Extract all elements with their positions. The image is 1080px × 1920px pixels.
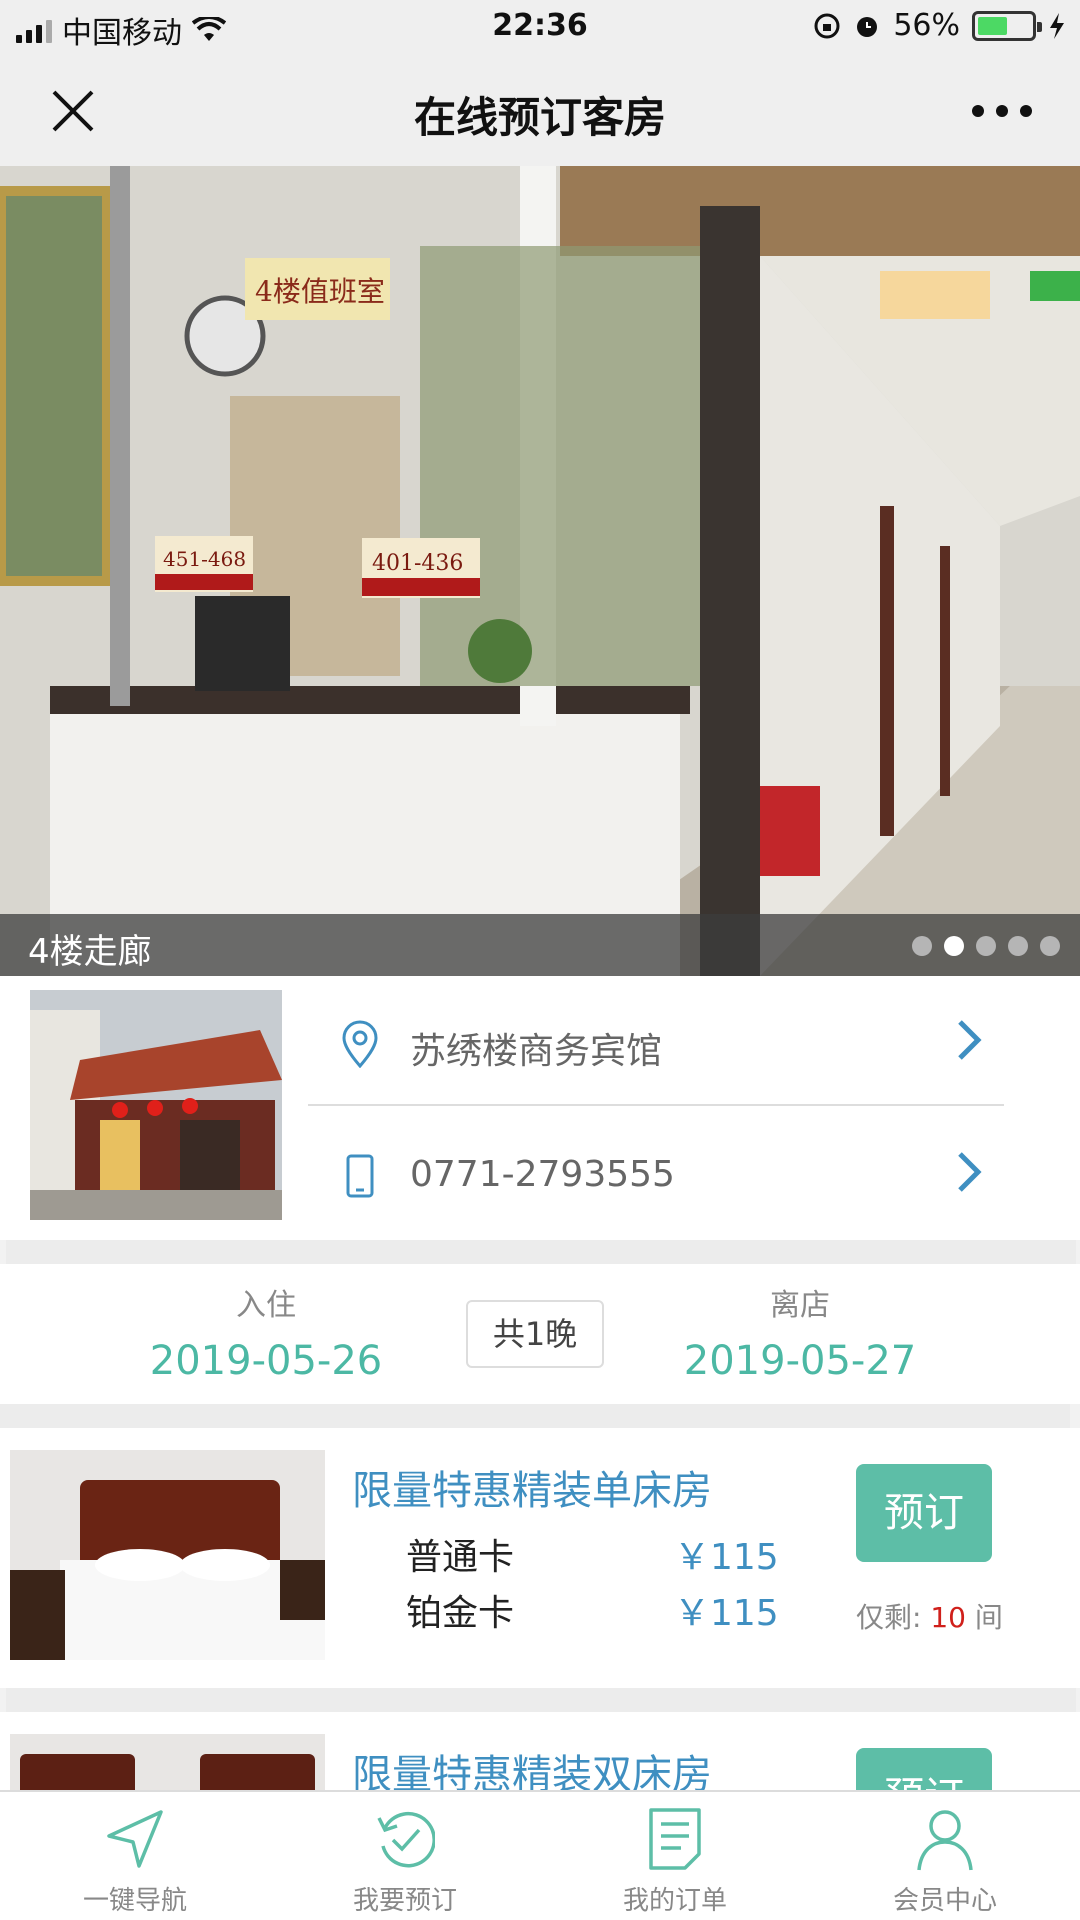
checkin-label: 入住 [236, 1288, 296, 1323]
section-divider [0, 1404, 1070, 1428]
carousel-dot[interactable] [1040, 936, 1060, 956]
battery-icon [972, 10, 1042, 41]
price-row-regular: 普通卡 ￥115 [406, 1528, 779, 1580]
order-document-icon [649, 1808, 701, 1870]
carousel-caption-bar: 4楼走廊 [0, 914, 1080, 976]
carousel-indicator[interactable] [912, 936, 1060, 956]
more-options-icon[interactable] [972, 88, 1032, 134]
remaining-count: 10 [930, 1601, 966, 1634]
hotel-thumbnail [30, 990, 282, 1220]
room-range-sign-left: 451-468 [163, 547, 246, 571]
room-name[interactable]: 限量特惠精装单床房 [352, 1458, 712, 1516]
tab-orders[interactable]: 我的订单 [540, 1792, 810, 1920]
checkin-date[interactable]: 2019-05-26 [116, 1338, 416, 1384]
carousel-dot[interactable] [1008, 936, 1028, 956]
chevron-right-icon[interactable] [954, 1018, 984, 1062]
tab-label: 一键导航 [82, 1886, 187, 1916]
tab-member-center[interactable]: 会员中心 [810, 1792, 1080, 1920]
carousel-caption: 4楼走廊 [28, 932, 152, 972]
stay-dates[interactable]: 入住 2019-05-26 共1晚 离店 2019-05-27 [0, 1264, 1080, 1404]
photo-carousel[interactable]: 4楼值班室 451-468 401-436 4楼走廊 [0, 166, 1080, 976]
hotel-phone-row[interactable]: 0771-2793555 [308, 1108, 1004, 1238]
chevron-right-icon[interactable] [954, 1150, 984, 1194]
card-type: 普通卡 [406, 1537, 515, 1578]
room-card[interactable]: 限量特惠精装单床房 普通卡 ￥115 铂金卡 ￥115 预订 仅剩: 10 间 [0, 1428, 1080, 1688]
room-range-sign-right: 401-436 [372, 551, 463, 576]
remaining-prefix: 仅剩: [856, 1601, 922, 1634]
room-price: ￥115 [674, 1537, 779, 1578]
tab-label: 我要预订 [352, 1886, 457, 1916]
carousel-dot-active[interactable] [944, 936, 964, 956]
navigation-arrow-icon [107, 1810, 163, 1868]
user-icon [917, 1810, 973, 1871]
status-bar: 中国移动 22:36 56% [0, 0, 1080, 56]
hotel-address-row[interactable]: 苏绣楼商务宾馆 [308, 976, 1004, 1106]
corridor-photo: 4楼值班室 451-468 401-436 [0, 166, 1080, 976]
section-divider [6, 1240, 1076, 1264]
room-photo [10, 1450, 325, 1660]
hotel-info-card: 苏绣楼商务宾馆 0771-2793555 [0, 976, 1080, 1240]
bottom-tab-bar: 一键导航 我要预订 我的订单 会员中心 [0, 1790, 1080, 1920]
duty-room-sign: 4楼值班室 [255, 275, 385, 308]
refresh-check-icon [377, 1811, 435, 1868]
tab-booking[interactable]: 我要预订 [270, 1792, 540, 1920]
checkin-block[interactable]: 入住 2019-05-26 [116, 1280, 416, 1384]
hotel-phone: 0771-2793555 [410, 1154, 675, 1195]
tab-navigation[interactable]: 一键导航 [0, 1792, 270, 1920]
nav-bar: 在线预订客房 [0, 56, 1080, 166]
checkout-label: 离店 [770, 1288, 830, 1323]
tab-label: 我的订单 [622, 1886, 727, 1916]
carousel-dot[interactable] [912, 936, 932, 956]
nights-badge: 共1晚 [466, 1300, 604, 1368]
tab-label: 会员中心 [892, 1886, 997, 1916]
mobile-phone-icon [346, 1154, 374, 1198]
battery-percent: 56% [893, 8, 960, 43]
hotel-name: 苏绣楼商务宾馆 [410, 1031, 663, 1072]
section-divider [6, 1688, 1076, 1712]
rotation-lock-icon [814, 13, 840, 38]
alarm-icon [857, 16, 878, 37]
book-button[interactable]: 预订 [856, 1464, 992, 1562]
rooms-remaining: 仅剩: 10 间 [856, 1596, 1003, 1636]
card-type: 铂金卡 [406, 1593, 515, 1634]
remaining-suffix: 间 [974, 1601, 1003, 1634]
carousel-dot[interactable] [976, 936, 996, 956]
location-pin-icon [342, 1020, 378, 1068]
price-row-platinum: 铂金卡 ￥115 [406, 1584, 779, 1636]
charging-bolt-icon [1050, 12, 1064, 39]
page-title: 在线预订客房 [413, 93, 666, 142]
checkout-block[interactable]: 离店 2019-05-27 [650, 1280, 950, 1384]
room-price: ￥115 [674, 1593, 779, 1634]
checkout-date[interactable]: 2019-05-27 [650, 1338, 950, 1384]
